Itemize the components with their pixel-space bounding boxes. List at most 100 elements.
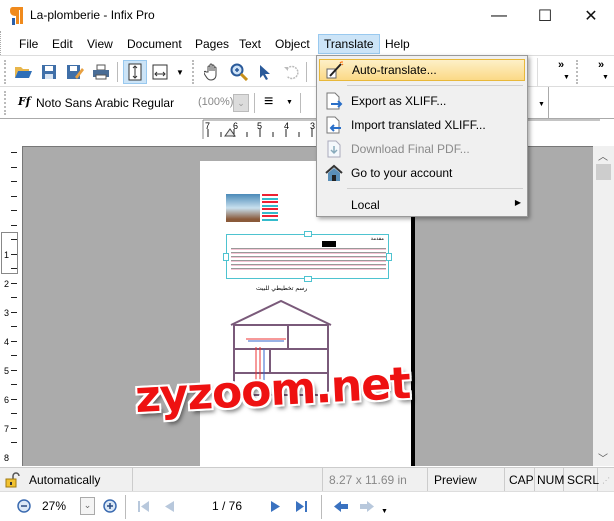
chevron-down-icon[interactable]: ▼	[602, 74, 609, 81]
text-heading: مقدمة	[370, 236, 384, 242]
ruler-tick	[11, 195, 17, 197]
page-title-block[interactable]	[262, 194, 278, 222]
ruler-tick	[11, 369, 17, 371]
menu-view[interactable]: View	[81, 34, 119, 54]
ruler-tick	[11, 181, 17, 182]
menu-item-download-pdf[interactable]: Download Final PDF...	[319, 138, 525, 160]
menu-help[interactable]: Help	[379, 34, 416, 54]
zoom-in-icon[interactable]	[103, 499, 117, 513]
ruler-tick	[11, 442, 17, 443]
menu-item-auto-translate[interactable]: Auto-translate...	[319, 59, 525, 81]
previous-page-icon[interactable]	[163, 500, 175, 513]
resize-handle-bottom[interactable]	[304, 276, 312, 282]
zoom-level[interactable]: 27%	[42, 499, 66, 513]
ruler-tick	[11, 355, 17, 356]
toolbar-grip[interactable]	[576, 60, 578, 84]
ruler-tick	[11, 210, 17, 211]
font-name-select[interactable]: Noto Sans Arabic Regular	[36, 96, 174, 110]
page-indicator[interactable]: 1 / 76	[212, 499, 242, 513]
save-icon[interactable]	[38, 61, 60, 83]
ruler-tick	[11, 297, 17, 298]
last-page-icon[interactable]	[295, 500, 309, 513]
menu-item-go-to-account[interactable]: Go to your account	[319, 162, 525, 184]
toolbar-overflow-icon[interactable]: »	[598, 59, 604, 71]
resize-handle-right[interactable]	[386, 253, 392, 261]
fit-dropdown-icon[interactable]: ▼	[176, 68, 184, 77]
menu-translate[interactable]: Translate	[318, 34, 380, 54]
chevron-down-icon[interactable]: ▼	[538, 101, 545, 108]
ruler-tick	[11, 398, 17, 400]
page-size-label: 8.27 x 11.69 in	[323, 468, 428, 492]
toolbar-grip[interactable]	[192, 60, 194, 84]
align-dropdown-icon[interactable]: ▼	[286, 99, 293, 106]
toolbar-separator	[125, 495, 126, 519]
minimize-button[interactable]: —	[476, 0, 522, 31]
toolbar-grip[interactable]	[4, 60, 6, 84]
ruler-label: 7	[4, 424, 10, 434]
menu-text[interactable]: Text	[233, 34, 267, 54]
toolbar-separator	[548, 87, 549, 119]
scroll-thumb[interactable]	[596, 164, 611, 180]
export-xliff-icon	[323, 90, 345, 112]
align-right-icon[interactable]: ≡	[264, 93, 273, 111]
nav-dropdown-icon[interactable]: ▼	[381, 508, 388, 515]
page-photo[interactable]	[226, 194, 260, 222]
translate-menu: Auto-translate... Export as XLIFF... Imp…	[316, 55, 528, 217]
menu-edit[interactable]: Edit	[46, 34, 79, 54]
toolbar-separator	[254, 93, 255, 113]
scroll-up-icon[interactable]: ︿	[598, 148, 608, 163]
menu-separator	[347, 188, 523, 189]
ruler-tick	[11, 268, 17, 269]
unlock-icon[interactable]	[5, 472, 21, 488]
resize-handle-top[interactable]	[304, 231, 312, 237]
zoom-dropdown[interactable]: ⌄	[80, 497, 95, 515]
ruler-tick	[11, 239, 17, 240]
menu-pages[interactable]: Pages	[189, 34, 235, 54]
resize-grip-icon[interactable]: ⋰	[602, 476, 610, 485]
ruler-tick	[11, 224, 17, 226]
window-title: La-plomberie - Infix Pro	[30, 8, 155, 22]
ruler-tick	[11, 326, 17, 327]
zoom-tool-icon[interactable]	[228, 61, 250, 83]
forward-view-icon[interactable]	[359, 500, 375, 513]
zoom-out-icon[interactable]	[17, 499, 31, 513]
ruler-label: 4	[4, 337, 10, 347]
select-arrow-icon[interactable]	[254, 61, 276, 83]
undo-icon[interactable]	[280, 61, 302, 83]
open-folder-icon[interactable]	[12, 61, 34, 83]
magic-wand-icon	[324, 59, 346, 81]
maximize-button[interactable]: ☐	[522, 0, 568, 31]
print-icon[interactable]	[90, 61, 112, 83]
save-as-icon[interactable]	[64, 61, 86, 83]
scroll-down-icon[interactable]: ﹀	[598, 450, 608, 465]
menu-item-export-xliff[interactable]: Export as XLIFF...	[319, 90, 525, 112]
toolbar-overflow-icon[interactable]: »	[558, 59, 564, 71]
next-page-icon[interactable]	[270, 500, 282, 513]
chevron-down-icon[interactable]: ▼	[563, 74, 570, 81]
hand-tool-icon[interactable]	[202, 61, 224, 83]
menu-item-import-xliff[interactable]: Import translated XLIFF...	[319, 114, 525, 136]
ruler-tick	[11, 340, 17, 342]
font-scale-dropdown[interactable]: ⌄	[233, 94, 249, 112]
close-button[interactable]: ✕	[568, 0, 614, 31]
back-view-icon[interactable]	[333, 500, 349, 513]
minimize-icon: —	[491, 6, 507, 24]
ruler-label: 1	[4, 250, 10, 260]
menu-document[interactable]: Document	[121, 34, 188, 54]
menu-object[interactable]: Object	[269, 34, 316, 54]
selected-text-box[interactable]: مقدمة	[223, 231, 392, 282]
menu-item-local[interactable]: Local ▶	[319, 194, 525, 216]
resize-handle-left[interactable]	[223, 253, 229, 261]
menu-file[interactable]: File	[13, 34, 44, 54]
ruler-tick	[11, 253, 17, 255]
font-scale-value[interactable]: (100%)	[198, 96, 233, 108]
scroll-lock-indicator: SCRL	[564, 468, 599, 492]
indent-marker-icon[interactable]	[224, 127, 236, 137]
fit-width-icon[interactable]	[150, 61, 172, 83]
vertical-scrollbar[interactable]: ︿ ﹀	[593, 146, 614, 466]
mode-label: Preview	[428, 468, 505, 492]
toolbar-grip[interactable]	[4, 91, 6, 115]
menu-bar: File Edit View Document Pages Text Objec…	[0, 31, 614, 55]
fit-page-icon[interactable]	[123, 60, 147, 84]
first-page-icon[interactable]	[137, 500, 151, 513]
